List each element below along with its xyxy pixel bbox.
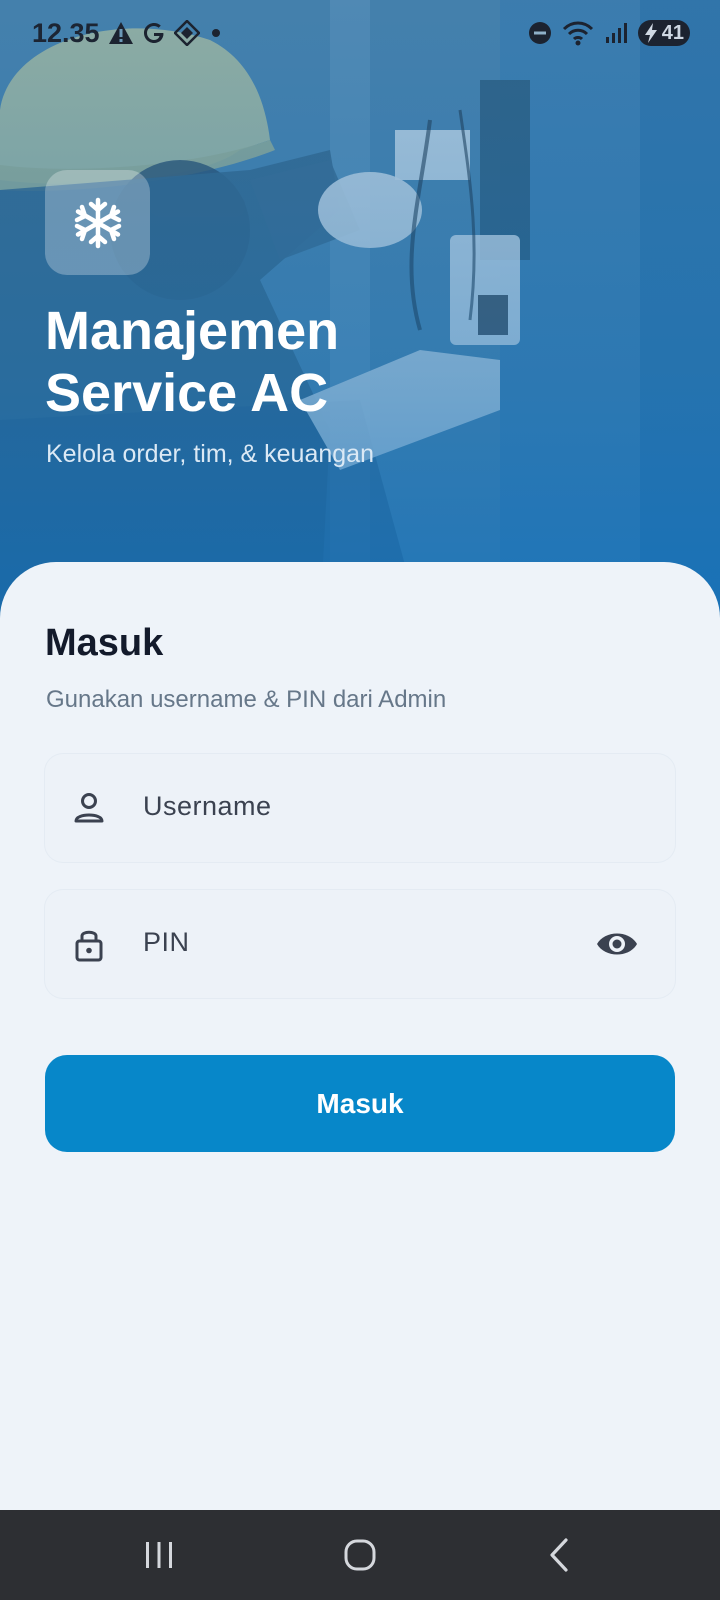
login-subtitle: Gunakan username & PIN dari Admin bbox=[46, 686, 447, 713]
recent-apps-icon[interactable] bbox=[134, 1532, 184, 1578]
username-placeholder: Username bbox=[143, 791, 272, 821]
pin-field[interactable]: PIN bbox=[45, 890, 675, 998]
signal-icon bbox=[606, 23, 627, 43]
battery-indicator: 41 bbox=[638, 20, 690, 46]
dnd-icon bbox=[529, 22, 551, 44]
status-bar: 12.35 41 bbox=[0, 0, 720, 68]
username-field[interactable]: Username bbox=[45, 754, 675, 862]
lock-icon bbox=[75, 930, 103, 962]
pin-placeholder: PIN bbox=[143, 927, 190, 957]
battery-level: 41 bbox=[661, 21, 684, 44]
status-time: 12.35 bbox=[32, 18, 100, 48]
back-icon[interactable] bbox=[536, 1532, 586, 1578]
app-title: Manajemen Service AC bbox=[45, 301, 340, 423]
system-navigation-bar bbox=[0, 1510, 720, 1600]
home-icon[interactable] bbox=[335, 1532, 385, 1578]
login-button[interactable]: Masuk bbox=[45, 1055, 675, 1152]
wifi-icon bbox=[562, 21, 594, 46]
login-card: Masuk Gunakan username & PIN dari Admin … bbox=[0, 562, 720, 1510]
status-left-icons bbox=[108, 20, 224, 46]
person-icon bbox=[74, 793, 104, 823]
warning-icon bbox=[109, 22, 133, 44]
battery-charging-icon bbox=[645, 23, 657, 43]
app-icon bbox=[174, 20, 200, 46]
google-icon bbox=[144, 23, 164, 43]
login-title: Masuk bbox=[45, 622, 164, 664]
show-pin-icon[interactable] bbox=[595, 926, 639, 962]
app-logo bbox=[45, 170, 150, 275]
status-right-icons: 41 bbox=[528, 20, 690, 46]
dot-icon bbox=[212, 29, 220, 37]
login-screen: 12.35 41 Manajemen Service AC Kelola ord… bbox=[0, 0, 720, 1600]
app-subtitle: Kelola order, tim, & keuangan bbox=[46, 440, 374, 468]
snowflake-icon bbox=[74, 197, 121, 248]
